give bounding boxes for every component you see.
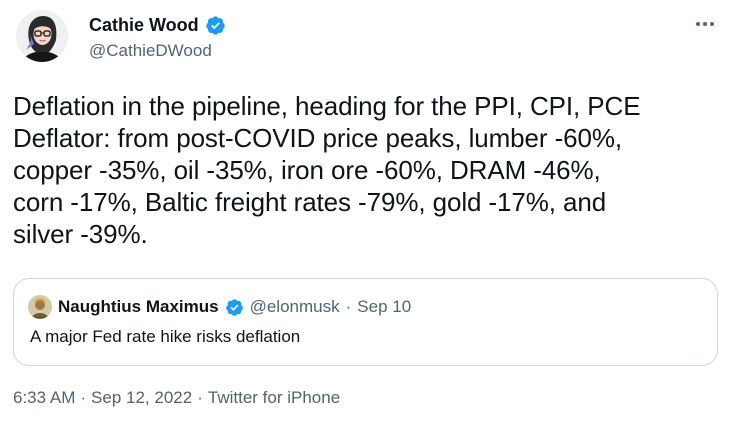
quoted-author-display-name: Naughtius Maximus [58, 297, 219, 316]
separator-dot: · [197, 388, 203, 407]
tweet-text: Deflation in the pipeline, heading for t… [13, 91, 641, 249]
author-avatar[interactable] [16, 10, 68, 62]
tweet-meta: 6:33 AM · Sep 12, 2022 · Twitter for iPh… [13, 388, 340, 408]
author-name-row: Cathie Wood [89, 14, 226, 36]
author-handle[interactable]: @CathieDWood [89, 41, 226, 61]
verified-badge-icon [205, 15, 226, 36]
more-dot [710, 22, 714, 26]
tweet-card: Cathie Wood @CathieDWood Deflation in th… [0, 0, 732, 425]
quoted-author-handle: @elonmusk [249, 297, 340, 316]
tweet-time[interactable]: 6:33 AM [13, 388, 75, 408]
quoted-tweet[interactable]: Naughtius Maximus @elonmusk · Sep 10 A m… [13, 278, 718, 366]
author-info: Cathie Wood @CathieDWood [89, 14, 226, 61]
more-horizontal-icon[interactable] [690, 12, 720, 36]
tweet-date[interactable]: Sep 12, 2022 [91, 388, 192, 408]
author-avatar-illustration [16, 10, 68, 62]
quoted-tweet-text: A major Fed rate hike risks deflation [30, 327, 301, 346]
more-dot [696, 22, 700, 26]
quoted-tweet-header: Naughtius Maximus @elonmusk · Sep 10 [28, 294, 411, 320]
verified-badge-icon [225, 298, 244, 317]
quoted-tweet-date: Sep 10 [357, 297, 412, 316]
separator-dot: · [345, 297, 352, 316]
tweet-source[interactable]: Twitter for iPhone [208, 388, 340, 408]
quoted-author-avatar [28, 295, 52, 319]
separator-dot: · [80, 388, 87, 407]
author-display-name[interactable]: Cathie Wood [89, 15, 199, 36]
more-dot [703, 22, 707, 26]
